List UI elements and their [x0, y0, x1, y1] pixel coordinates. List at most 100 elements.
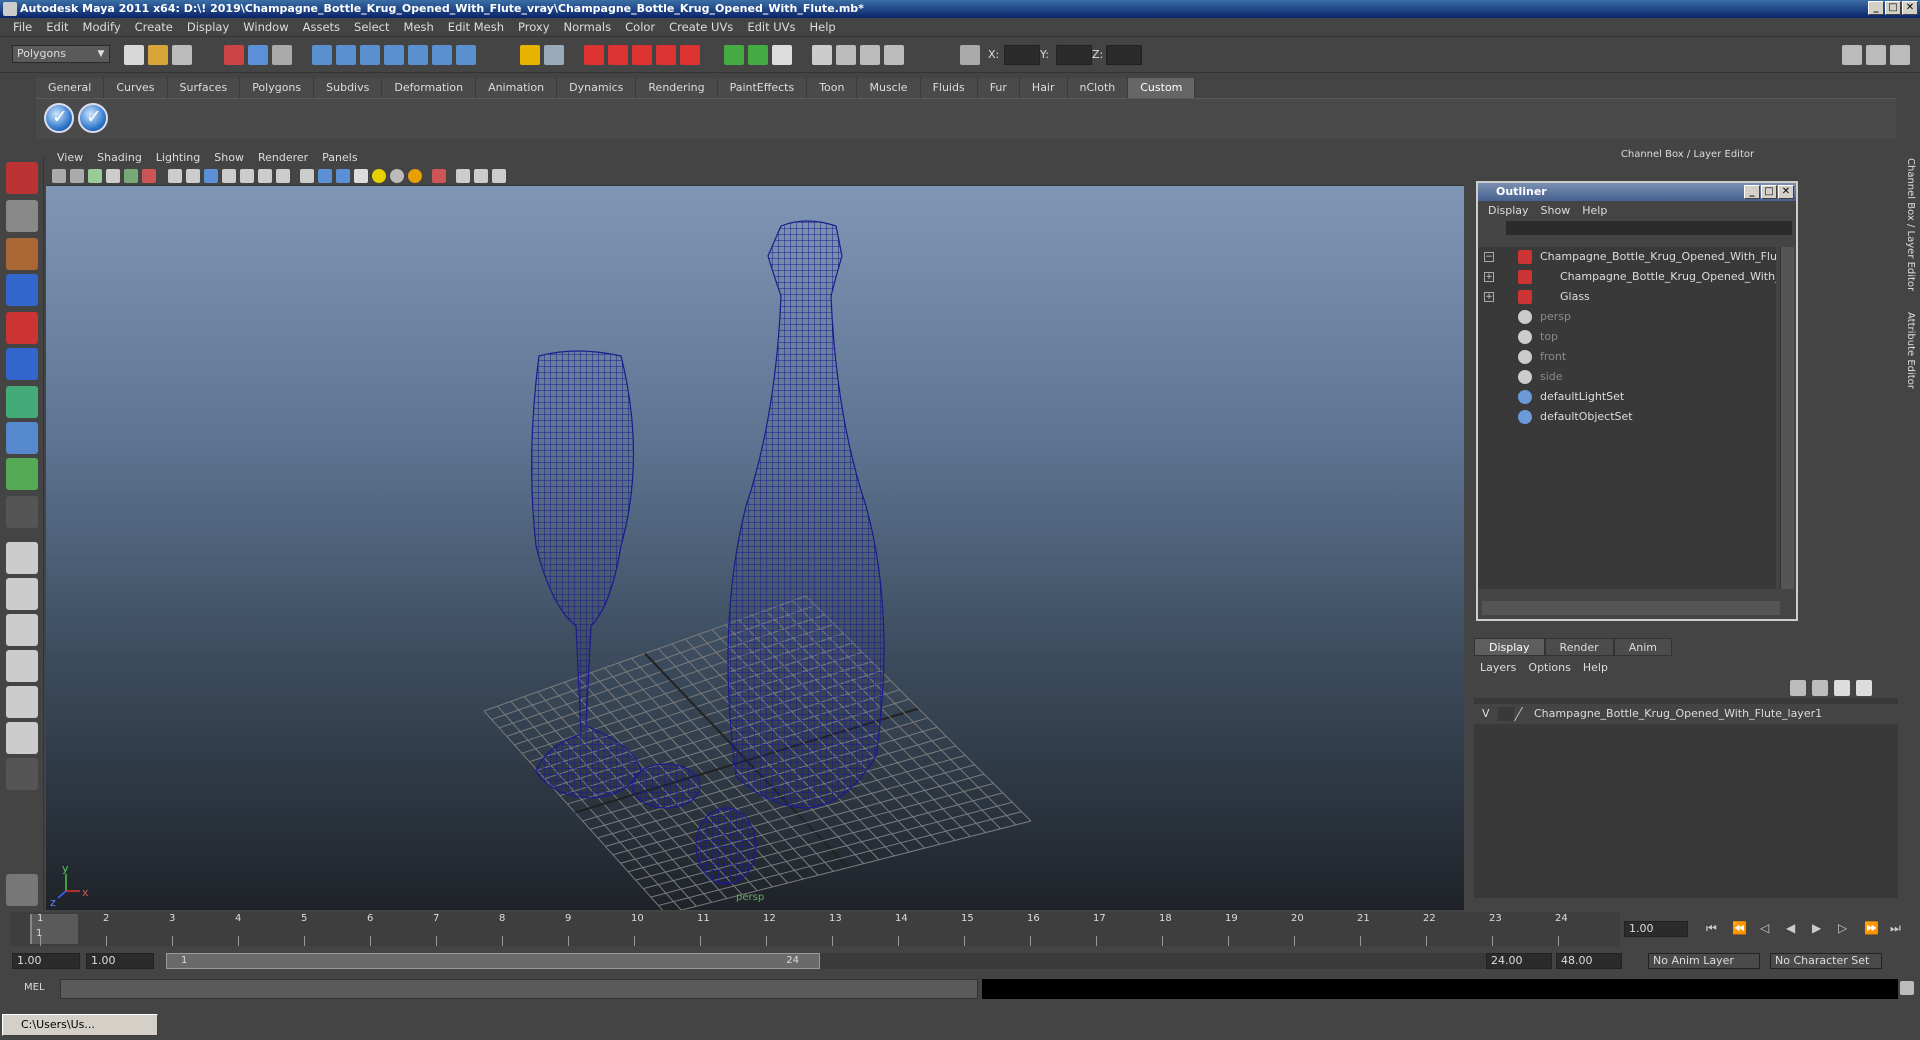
- isolate-select-icon[interactable]: [432, 169, 446, 183]
- manipulator-tool-icon[interactable]: [6, 386, 38, 418]
- show-channel-box-icon[interactable]: [1890, 45, 1910, 65]
- textured-icon[interactable]: [354, 169, 368, 183]
- input-output-icon[interactable]: [544, 45, 564, 65]
- menu-display[interactable]: Display: [180, 20, 236, 34]
- shelf-tab-hair[interactable]: Hair: [1019, 78, 1068, 98]
- paint-select-tool-icon[interactable]: [6, 238, 38, 270]
- command-input[interactable]: [60, 979, 978, 999]
- shelf-tab-muscle[interactable]: Muscle: [857, 78, 921, 98]
- grid-toggle-icon[interactable]: [168, 169, 182, 183]
- menu-modify[interactable]: Modify: [76, 20, 128, 34]
- time-slider[interactable]: 1 1 2 3 4 5 6 7 8 9 10 11 12 13 14 15 16 17 18 19 20 21 22 23 2…: [10, 912, 1620, 946]
- render-settings-icon[interactable]: [632, 45, 652, 65]
- outliner-vertical-scrollbar[interactable]: [1780, 247, 1794, 589]
- shelf-tab-fur[interactable]: Fur: [977, 78, 1020, 98]
- resolution-gate-icon[interactable]: [204, 169, 218, 183]
- play-forwards-icon[interactable]: ▶: [1812, 921, 1821, 935]
- side-tab-channel-box[interactable]: Channel Box / Layer Editor: [1905, 158, 1916, 291]
- menu-mesh[interactable]: Mesh: [397, 20, 441, 34]
- anim-layer-select[interactable]: No Anim Layer: [1648, 953, 1760, 969]
- shelf-tab-polygons[interactable]: Polygons: [240, 78, 315, 98]
- attribute-toggle-icon[interactable]: [748, 45, 768, 65]
- bookmarks-icon[interactable]: [88, 169, 102, 183]
- layer-visibility-toggle[interactable]: V: [1482, 704, 1490, 724]
- shelf-tab-curves[interactable]: Curves: [104, 78, 168, 98]
- snap-grid-icon[interactable]: [312, 45, 332, 65]
- hypershade-layout-icon[interactable]: [6, 686, 38, 718]
- outliner-menu-show[interactable]: Show: [1535, 204, 1577, 217]
- snap-plane-icon[interactable]: [384, 45, 404, 65]
- shelf-tab-painteffects[interactable]: PaintEffects: [717, 78, 808, 98]
- quick-layout-icon[interactable]: [6, 874, 38, 906]
- show-tool-settings-icon[interactable]: [1866, 45, 1886, 65]
- select-hierarchy-icon[interactable]: [224, 45, 244, 65]
- new-layer-icon[interactable]: [1790, 680, 1806, 696]
- soft-mod-tool-icon[interactable]: [6, 422, 38, 454]
- film-gate-icon[interactable]: [186, 169, 200, 183]
- script-editor-icon[interactable]: [1900, 981, 1914, 995]
- current-time-field[interactable]: 1.00: [1624, 921, 1688, 937]
- history-icon[interactable]: [432, 45, 452, 65]
- safe-title-icon[interactable]: [276, 169, 290, 183]
- select-component-icon[interactable]: [272, 45, 292, 65]
- step-forward-key-icon[interactable]: ⏩: [1864, 921, 1879, 935]
- snap-surface-icon[interactable]: [408, 45, 428, 65]
- start-time-field[interactable]: 1.00: [12, 953, 80, 969]
- snap-point-icon[interactable]: [360, 45, 380, 65]
- uv-layout-icon[interactable]: [6, 722, 38, 754]
- hardware-render-icon[interactable]: [408, 169, 422, 183]
- shelf-tab-subdivs[interactable]: Subdivs: [314, 78, 383, 98]
- playback-start-field[interactable]: 1.00: [86, 953, 154, 969]
- image-plane-icon[interactable]: [106, 169, 120, 183]
- minimize-button[interactable]: _: [1868, 1, 1884, 15]
- channel-toggle-icon[interactable]: [724, 45, 744, 65]
- z-field[interactable]: [1106, 45, 1142, 65]
- character-set-select[interactable]: No Character Set: [1770, 953, 1882, 969]
- x-field[interactable]: [1004, 45, 1040, 65]
- panel-layout-icon[interactable]: [812, 45, 832, 65]
- expand-toggle-icon[interactable]: +: [1484, 272, 1494, 282]
- outliner-item[interactable]: + Champagne_Bottle_Krug_Opened_With_F: [1478, 267, 1776, 287]
- menu-help[interactable]: Help: [803, 20, 843, 34]
- open-scene-icon[interactable]: [148, 45, 168, 65]
- camera-select-icon[interactable]: [52, 169, 66, 183]
- layer-menu-options[interactable]: Options: [1522, 661, 1576, 674]
- panel-layout-3-icon[interactable]: [860, 45, 880, 65]
- outliner-item[interactable]: side: [1478, 367, 1776, 387]
- outliner-menu-display[interactable]: Display: [1482, 204, 1535, 217]
- move-down-layer-icon[interactable]: [1856, 680, 1872, 696]
- new-scene-icon[interactable]: [124, 45, 144, 65]
- tool-settings-icon[interactable]: [772, 45, 792, 65]
- custom-check-2-icon[interactable]: [78, 103, 108, 133]
- vp-menu-show[interactable]: Show: [207, 151, 251, 164]
- go-to-end-icon[interactable]: ⏭: [1890, 921, 1901, 936]
- shelf-tab-toon[interactable]: Toon: [807, 78, 858, 98]
- vp-menu-panels[interactable]: Panels: [315, 151, 364, 164]
- minimized-window-button[interactable]: C:\Users\Us...: [2, 1014, 158, 1036]
- layer-tab-render[interactable]: Render: [1544, 638, 1614, 656]
- shelf-tab-fluids[interactable]: Fluids: [920, 78, 978, 98]
- field-chart-icon[interactable]: [240, 169, 254, 183]
- outliner-close-button[interactable]: ✕: [1778, 185, 1794, 199]
- range-slider-handle[interactable]: 1 24: [166, 953, 820, 969]
- menu-edit-mesh[interactable]: Edit Mesh: [441, 20, 511, 34]
- lock-icon[interactable]: [520, 45, 540, 65]
- shelf-tab-surfaces[interactable]: Surfaces: [167, 78, 241, 98]
- menu-edit[interactable]: Edit: [39, 20, 75, 34]
- menu-proxy[interactable]: Proxy: [511, 20, 557, 34]
- render-current-icon[interactable]: [584, 45, 604, 65]
- outliner-item[interactable]: top: [1478, 327, 1776, 347]
- select-tool-icon[interactable]: [6, 162, 38, 194]
- command-language-label[interactable]: MEL: [24, 982, 45, 993]
- camera-attributes-icon[interactable]: [70, 169, 84, 183]
- play-backwards-icon[interactable]: ◀: [1786, 921, 1795, 935]
- scale-tool-icon[interactable]: [6, 348, 38, 380]
- show-attribute-editor-icon[interactable]: [1842, 45, 1862, 65]
- xray-components-icon[interactable]: [492, 169, 506, 183]
- shelf-tab-ncloth[interactable]: nCloth: [1067, 78, 1129, 98]
- move-up-layer-icon[interactable]: [1834, 680, 1850, 696]
- wireframe-on-shaded-icon[interactable]: [336, 169, 350, 183]
- menu-select[interactable]: Select: [347, 20, 396, 34]
- outliner-filter-field[interactable]: [1506, 221, 1792, 235]
- playback-end-field[interactable]: 24.00: [1486, 953, 1552, 969]
